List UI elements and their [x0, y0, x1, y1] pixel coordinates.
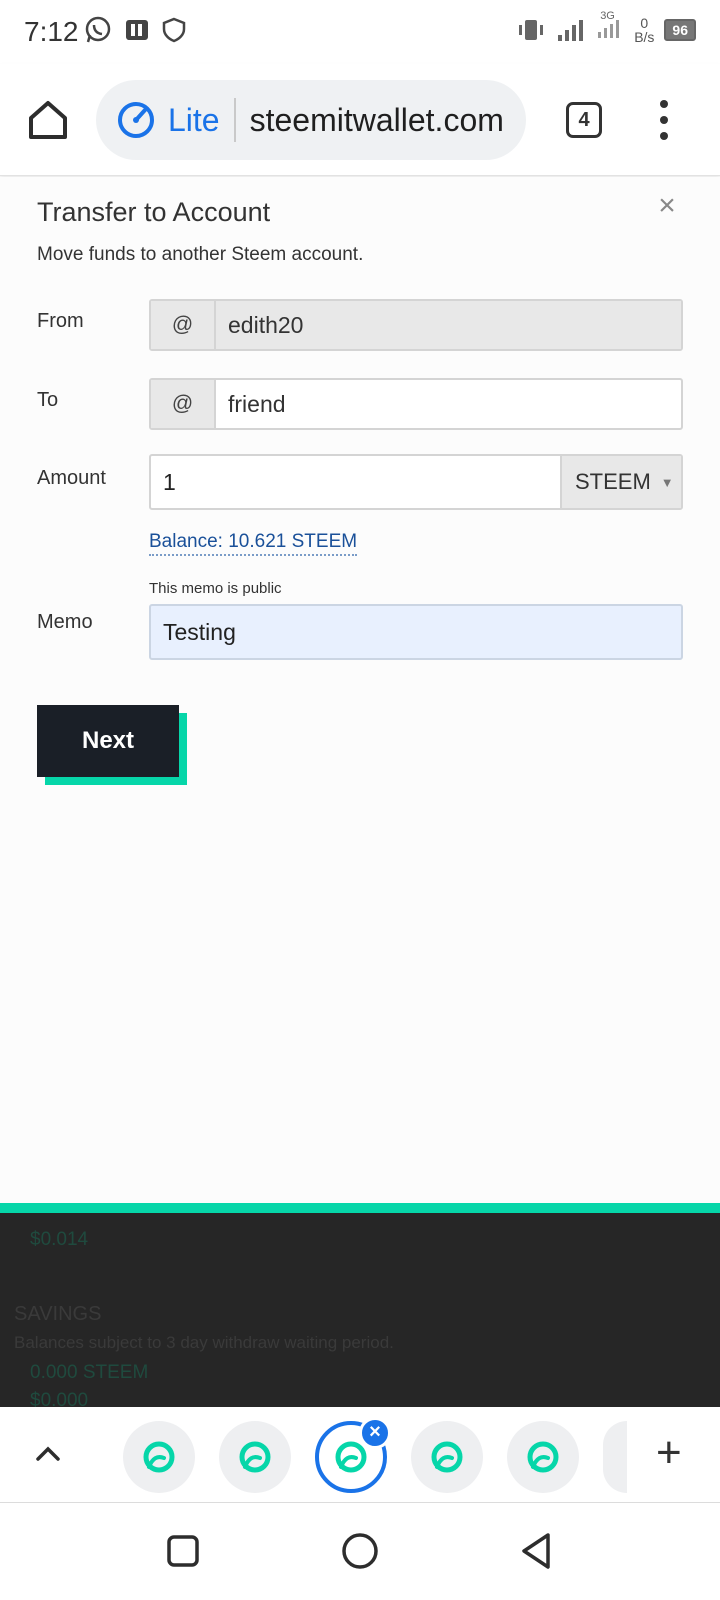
- home-icon[interactable]: [26, 98, 70, 142]
- tab-thumbnail-partial[interactable]: [603, 1421, 627, 1493]
- balance-link[interactable]: Balance: 10.621 STEEM: [149, 531, 358, 556]
- more-options-icon[interactable]: [652, 100, 676, 140]
- to-field[interactable]: friend: [216, 380, 681, 428]
- status-bar: 7:12 3G 0 B/s 96: [0, 0, 720, 64]
- tab-thumbnail[interactable]: [123, 1421, 195, 1493]
- status-time: 7:12: [24, 16, 79, 47]
- home-nav-icon[interactable]: [340, 1531, 380, 1571]
- back-icon[interactable]: [516, 1531, 556, 1571]
- to-input-group: @ friend: [149, 378, 683, 430]
- steemit-icon: [239, 1441, 271, 1473]
- net-speed: 0 B/s: [634, 16, 654, 44]
- shield-icon: [162, 17, 186, 43]
- net-speed-unit: B/s: [634, 28, 655, 45]
- lite-mode-icon: [118, 102, 154, 138]
- address-divider: [233, 98, 236, 142]
- vibrate-icon: [519, 19, 544, 40]
- signal-icon: [558, 19, 584, 41]
- background-accent-bar: [0, 1203, 720, 1213]
- status-right-icons: 3G 0 B/s 96: [516, 10, 696, 45]
- memo-field[interactable]: Testing: [149, 604, 683, 660]
- steemit-icon: [527, 1441, 559, 1473]
- steemit-icon: [335, 1441, 367, 1473]
- whatsapp-icon: [85, 16, 111, 43]
- background-savings-note: Balances subject to 3 day withdraw waiti…: [14, 1333, 394, 1352]
- currency-value: STEEM: [575, 469, 651, 494]
- battery-icon: 96: [664, 18, 696, 41]
- to-at-addon: @: [151, 380, 216, 428]
- transfer-dialog: Transfer to Account × Move funds to anot…: [0, 177, 720, 1203]
- net-speed-value: 0: [640, 14, 649, 31]
- network-type: 3G: [600, 10, 615, 22]
- background-savings-title: SAVINGS: [14, 1303, 102, 1325]
- from-at-addon: @: [151, 301, 216, 349]
- next-button[interactable]: Next: [37, 705, 179, 777]
- background-savings-usd: $0.000: [30, 1390, 89, 1407]
- steemit-icon: [431, 1441, 463, 1473]
- chevron-up-icon[interactable]: [30, 1435, 66, 1471]
- close-tab-icon[interactable]: ×: [359, 1417, 391, 1449]
- from-label: From: [37, 310, 84, 332]
- memo-public-note: This memo is public: [149, 580, 282, 597]
- signal-3g-group: 3G: [596, 10, 624, 45]
- tab-thumbnail-active[interactable]: ×: [315, 1417, 391, 1493]
- background-value: $0.014: [30, 1229, 89, 1250]
- amount-input-group: 1 STEEM ▼: [149, 454, 683, 510]
- tab-thumbnail[interactable]: [219, 1421, 291, 1493]
- url-text[interactable]: steemitwallet.com: [250, 102, 504, 139]
- battery-level: 96: [672, 21, 688, 38]
- recents-icon[interactable]: [163, 1531, 203, 1571]
- to-label: To: [37, 389, 59, 411]
- steemit-icon: [143, 1441, 175, 1473]
- tab-thumbnail[interactable]: [411, 1421, 483, 1493]
- system-nav-bar: [0, 1503, 720, 1600]
- address-bar[interactable]: Lite steemitwallet.com: [96, 80, 526, 160]
- from-field: edith20: [216, 301, 681, 349]
- tab-strip: × +: [0, 1407, 720, 1503]
- status-left-icons: [84, 16, 186, 44]
- new-tab-button[interactable]: +: [656, 1431, 682, 1475]
- app-notification-icon: [126, 20, 148, 40]
- dialog-subtitle: Move funds to another Steem account.: [37, 244, 364, 265]
- background-savings-steem: 0.000 STEEM: [30, 1362, 149, 1383]
- background-page-overlay: $0.014 SAVINGS Balances subject to 3 day…: [0, 1203, 720, 1407]
- close-icon[interactable]: ×: [652, 189, 682, 223]
- currency-select[interactable]: STEEM ▼: [560, 456, 681, 508]
- browser-toolbar: Lite steemitwallet.com 4: [0, 64, 720, 176]
- tab-thumbnail[interactable]: [507, 1421, 579, 1493]
- dialog-title: Transfer to Account: [37, 197, 271, 227]
- next-button-wrap: Next: [37, 705, 187, 785]
- tab-switcher-button[interactable]: 4: [566, 102, 602, 138]
- lite-mode-label: Lite: [168, 101, 220, 138]
- from-input-group: @ edith20: [149, 299, 683, 351]
- amount-field[interactable]: 1: [151, 456, 560, 508]
- amount-label: Amount: [37, 467, 106, 489]
- memo-label: Memo: [37, 611, 93, 633]
- caret-down-icon: ▼: [660, 474, 674, 490]
